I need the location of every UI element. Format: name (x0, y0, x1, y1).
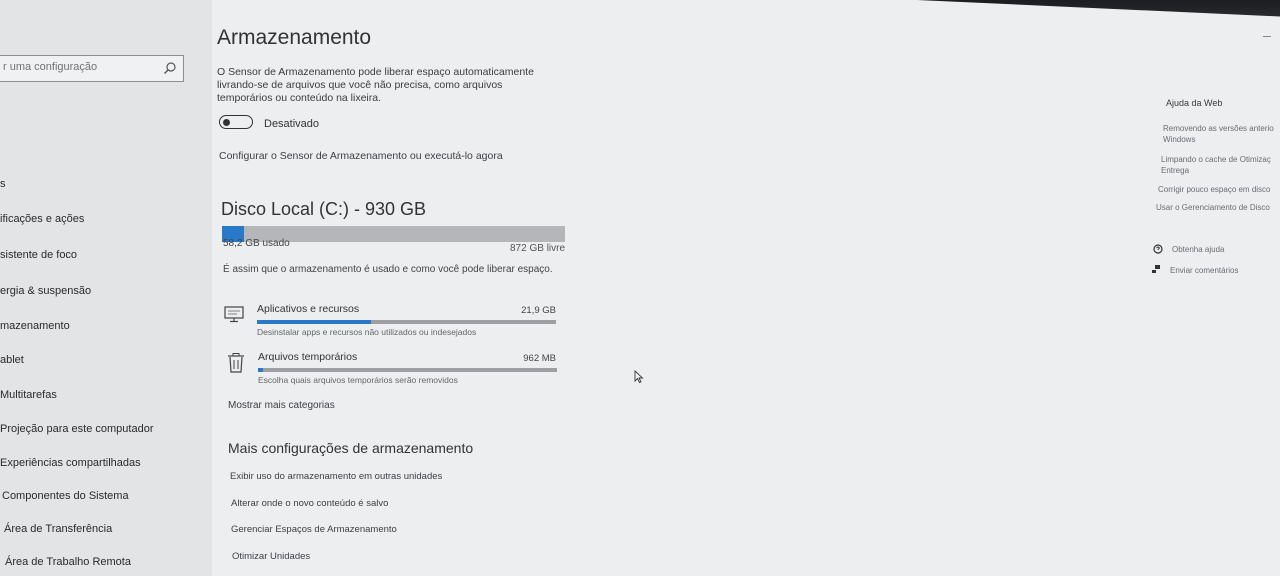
mouse-cursor-icon (634, 370, 644, 384)
category-temp-name[interactable]: Arquivos temporários (258, 351, 357, 363)
category-temp-fill (258, 368, 264, 372)
search-input[interactable]: r uma configuração (3, 61, 97, 73)
monitor-icon (224, 306, 244, 323)
toggle-state-label: Desativado (264, 118, 320, 130)
disk-title: Disco Local (C:) - 930 GB (221, 199, 427, 219)
sidebar-item-shared-experiences[interactable]: Experiências compartilhadas (0, 457, 141, 469)
configure-storage-sense-link[interactable]: Configurar o Sensor de Armazenamento ou … (219, 150, 503, 162)
page-title: Armazenamento (217, 26, 372, 49)
help-pane: Ajuda da Web Removendo as versões anteri… (1150, 0, 1280, 576)
search-box[interactable]: r uma configuração (0, 55, 184, 82)
optimize-drives-link[interactable]: Otimizar Unidades (232, 551, 310, 562)
more-storage-settings-title: Mais configurações de armazenamento (228, 440, 474, 456)
storage-page: Armazenamento O Sensor de Armazenamento … (215, 0, 635, 576)
manage-storage-spaces-link[interactable]: Gerenciar Espaços de Armazenamento (231, 524, 397, 535)
sidebar-item-remote-desktop[interactable]: Área de Trabalho Remota (5, 556, 131, 568)
sidebar: r uma configuração s ificações e ações s… (0, 0, 212, 576)
minimize-icon[interactable] (1263, 36, 1271, 37)
web-help-title: Ajuda da Web (1166, 98, 1223, 108)
sidebar-item-projecting[interactable]: Projeção para este computador (0, 423, 153, 435)
category-apps-size: 21,9 GB (521, 305, 556, 316)
sidebar-item-notifications[interactable]: ificações e ações (0, 213, 84, 225)
help-link-delivery-cache[interactable]: Limpando o cache de Otimizaç Entrega (1161, 154, 1279, 176)
sidebar-item-focus-assist[interactable]: sistente de foco (0, 249, 77, 261)
category-apps-name[interactable]: Aplicativos e recursos (257, 303, 359, 315)
show-more-categories-link[interactable]: Mostrar mais categorias (228, 400, 335, 411)
storage-sense-toggle[interactable] (219, 115, 253, 129)
category-temp-bar (258, 368, 557, 372)
sidebar-item-system-components[interactable]: Componentes do Sistema (2, 490, 129, 502)
sidebar-item-0[interactable]: s (0, 178, 6, 190)
change-save-location-link[interactable]: Alterar onde o novo conteúdo é salvo (231, 498, 388, 509)
sidebar-item-power-sleep[interactable]: ergia & suspensão (0, 285, 91, 297)
help-link-previous-versions[interactable]: Removendo as versões anterio Windows (1163, 123, 1279, 145)
category-temp-subtitle: Escolha quais arquivos temporários serão… (258, 375, 458, 385)
sidebar-item-tablet[interactable]: ablet (0, 354, 24, 366)
disk-free-label: 872 GB livre (510, 243, 566, 254)
disk-description: É assim que o armazenamento é usado e co… (223, 264, 553, 275)
other-drives-usage-link[interactable]: Exibir uso do armazenamento em outras un… (230, 471, 442, 482)
toggle-knob (223, 118, 230, 126)
help-link-low-disk-space[interactable]: Corrigir pouco espaço em disco (1158, 184, 1271, 195)
search-icon[interactable] (163, 61, 177, 75)
category-temp-size: 962 MB (523, 353, 556, 364)
disk-used-label: 58,2 GB usado (223, 238, 290, 249)
help-icon (1153, 244, 1163, 254)
sidebar-item-storage[interactable]: mazenamento (0, 320, 70, 332)
category-apps-fill (257, 320, 371, 324)
get-help-link[interactable]: Obtenha ajuda (1172, 245, 1225, 254)
sidebar-item-multitasking[interactable]: Multitarefas (0, 389, 57, 401)
feedback-icon (1152, 265, 1160, 273)
sidebar-item-clipboard[interactable]: Área de Transferência (4, 523, 112, 535)
category-apps-bar (257, 320, 556, 324)
category-apps-subtitle: Desinstalar apps e recursos não utilizad… (257, 327, 477, 337)
trash-icon (228, 353, 244, 373)
help-link-disk-management[interactable]: Usar o Gerenciamento de Disco (1156, 202, 1270, 213)
storage-sense-description: O Sensor de Armazenamento pode liberar e… (217, 66, 534, 104)
send-feedback-link[interactable]: Enviar comentários (1170, 266, 1238, 275)
